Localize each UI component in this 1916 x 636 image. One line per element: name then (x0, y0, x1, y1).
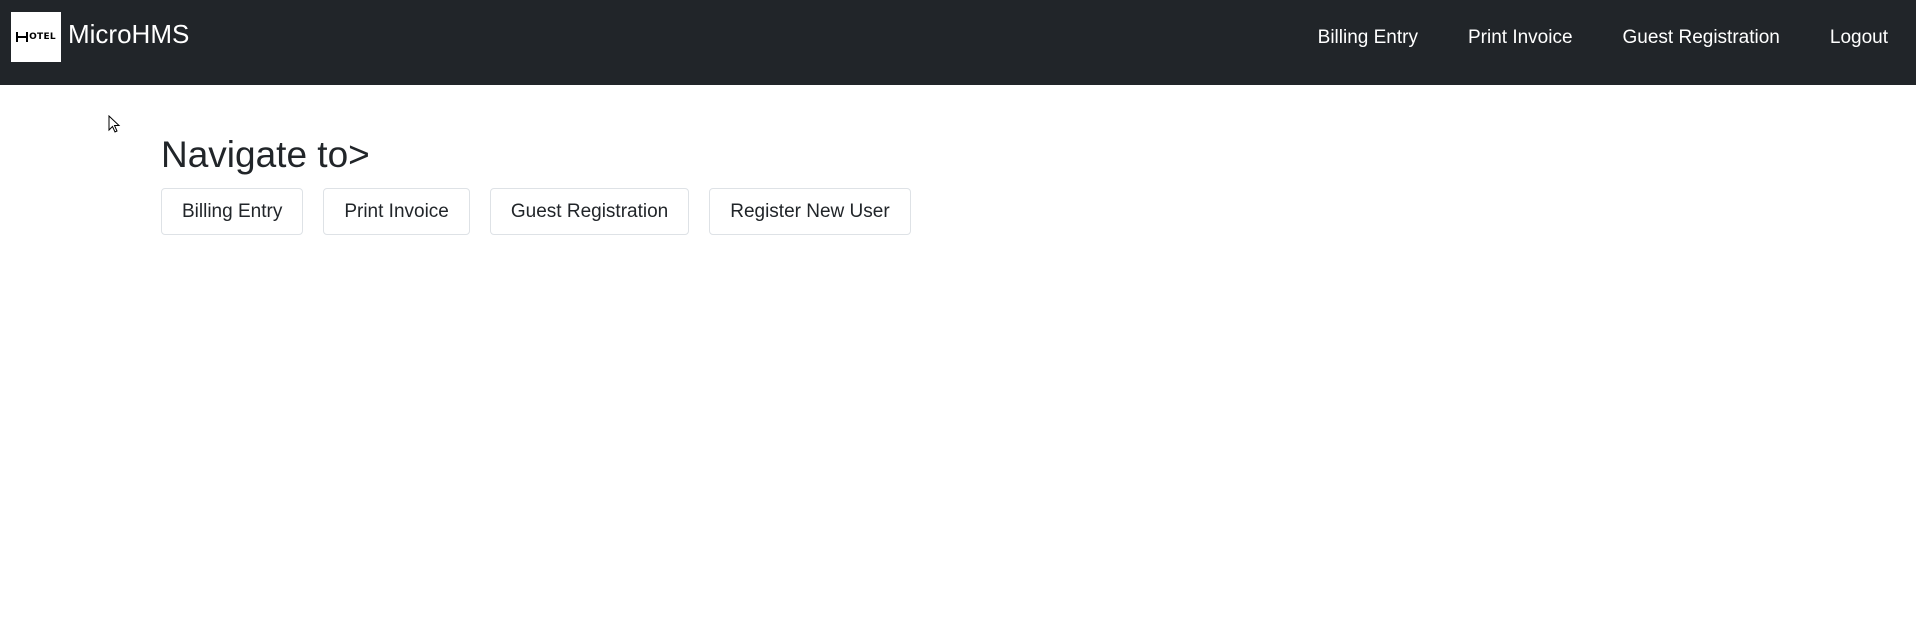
top-navbar: OTEL MicroHMS Billing Entry Print Invoic… (0, 0, 1916, 85)
navigation-button-group: Billing Entry Print Invoice Guest Regist… (161, 188, 931, 235)
brand-link[interactable]: OTEL MicroHMS (11, 12, 189, 62)
hotel-logo-icon: OTEL (11, 12, 61, 62)
page-heading: Navigate to> (161, 134, 370, 175)
billing-entry-button[interactable]: Billing Entry (161, 188, 304, 235)
navbar-links: Billing Entry Print Invoice Guest Regist… (1268, 0, 1888, 75)
register-new-user-button[interactable]: Register New User (709, 188, 911, 235)
guest-registration-button[interactable]: Guest Registration (489, 188, 690, 235)
nav-link-print-invoice[interactable]: Print Invoice (1468, 27, 1573, 49)
mouse-cursor-icon (108, 115, 121, 133)
logo-text: OTEL (16, 32, 56, 42)
nav-link-guest-registration[interactable]: Guest Registration (1623, 27, 1780, 49)
nav-link-logout[interactable]: Logout (1830, 27, 1888, 49)
brand-name: MicroHMS (68, 18, 190, 49)
nav-link-billing-entry[interactable]: Billing Entry (1318, 27, 1418, 49)
print-invoice-button[interactable]: Print Invoice (323, 188, 470, 235)
